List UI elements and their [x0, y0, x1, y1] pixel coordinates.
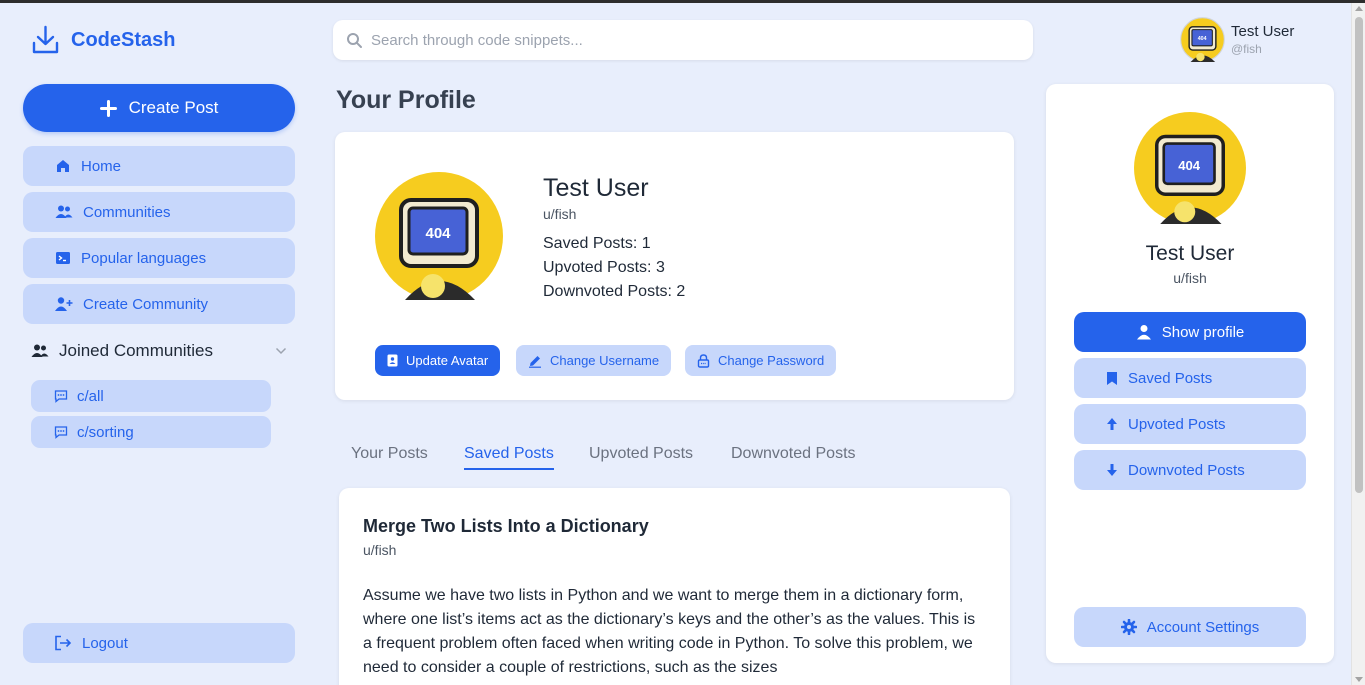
- create-post-label: Create Post: [128, 98, 219, 117]
- nav-popular-languages-label: Popular languages: [81, 249, 207, 267]
- logout-icon: [54, 635, 72, 651]
- scrollbar-thumb[interactable]: [1355, 17, 1363, 493]
- downvoted-posts-label: Downvoted Posts: [1128, 461, 1245, 479]
- profile-summary-panel: 404 Test User u/fish Show profile Saved …: [1046, 84, 1334, 663]
- profile-card: 404 Test User u/fish Saved Posts: 1 Upvo…: [335, 132, 1014, 400]
- chat-icon: [54, 425, 68, 439]
- account-settings-label: Account Settings: [1146, 618, 1260, 636]
- panel-avatar: 404: [1134, 112, 1246, 224]
- saved-posts-count: Saved Posts: 1: [543, 235, 651, 252]
- bookmark-icon: [1106, 371, 1118, 386]
- arrow-up-icon: [1106, 417, 1118, 431]
- lock-icon: [697, 353, 710, 368]
- post-title[interactable]: Merge Two Lists Into a Dictionary: [363, 516, 649, 537]
- logout-label: Logout: [82, 634, 128, 652]
- change-password-button[interactable]: Change Password: [685, 345, 837, 376]
- top-user-name: Test User: [1231, 23, 1295, 40]
- upvoted-posts-button[interactable]: Upvoted Posts: [1074, 404, 1306, 444]
- downvoted-posts-button[interactable]: Downvoted Posts: [1074, 450, 1306, 490]
- chat-icon: [54, 389, 68, 403]
- window-top-border: [0, 0, 1365, 3]
- download-tray-icon: [31, 25, 60, 55]
- profile-avatar: 404: [375, 172, 503, 300]
- show-profile-button[interactable]: Show profile: [1074, 312, 1306, 352]
- scroll-up-arrow-icon[interactable]: [1355, 6, 1363, 11]
- show-profile-label: Show profile: [1161, 323, 1245, 341]
- tab-upvoted-posts[interactable]: Upvoted Posts: [589, 445, 693, 463]
- app-name: CodeStash: [71, 28, 176, 51]
- users-icon: [31, 343, 49, 359]
- user-plus-icon: [55, 296, 73, 312]
- search-input[interactable]: [371, 31, 1011, 49]
- change-username-button[interactable]: Change Username: [516, 345, 672, 376]
- logout-button[interactable]: Logout: [23, 623, 295, 663]
- profile-handle: u/fish: [543, 206, 577, 222]
- joined-communities-label: Joined Communities: [59, 341, 214, 360]
- app-logo[interactable]: CodeStash: [31, 25, 175, 55]
- home-icon: [55, 158, 71, 174]
- nav-popular-languages[interactable]: Popular languages: [23, 238, 295, 278]
- id-badge-icon: [387, 354, 398, 367]
- page-scrollbar[interactable]: [1351, 3, 1365, 685]
- create-post-button[interactable]: Create Post: [23, 84, 295, 132]
- user-icon: [1136, 324, 1152, 340]
- saved-posts-button[interactable]: Saved Posts: [1074, 358, 1306, 398]
- upvoted-posts-label: Upvoted Posts: [1128, 415, 1226, 433]
- panel-handle: u/fish: [1173, 270, 1207, 286]
- pencil-icon: [528, 354, 542, 368]
- community-item-all[interactable]: c/all: [31, 380, 271, 412]
- community-item-label: c/all: [77, 387, 104, 405]
- change-username-label: Change Username: [550, 353, 660, 368]
- profile-name: Test User: [543, 174, 649, 202]
- search-icon: [346, 32, 363, 49]
- plus-icon: [99, 99, 117, 117]
- gear-icon: [1120, 619, 1137, 635]
- nav-communities-label: Communities: [83, 203, 171, 221]
- arrow-down-icon: [1106, 463, 1118, 477]
- update-avatar-label: Update Avatar: [406, 353, 489, 368]
- user-menu[interactable]: 404 Test User @fish: [1180, 17, 1294, 62]
- tab-saved-posts[interactable]: Saved Posts: [464, 445, 554, 470]
- change-password-label: Change Password: [718, 353, 825, 368]
- nav-create-community-label: Create Community: [83, 295, 209, 313]
- community-item-sorting[interactable]: c/sorting: [31, 416, 271, 448]
- panel-name: Test User: [1145, 242, 1235, 265]
- account-settings-button[interactable]: Account Settings: [1074, 607, 1306, 647]
- nav-communities[interactable]: Communities: [23, 192, 295, 232]
- svg-text:404: 404: [425, 225, 451, 242]
- chevron-down-icon: [275, 347, 287, 355]
- users-icon: [55, 204, 73, 220]
- joined-communities-toggle[interactable]: Joined Communities: [31, 340, 287, 362]
- svg-text:404: 404: [1198, 36, 1207, 42]
- upvoted-posts-count: Upvoted Posts: 3: [543, 259, 665, 276]
- top-user-handle: @fish: [1231, 42, 1262, 56]
- svg-text:404: 404: [1178, 158, 1201, 173]
- post-body: Assume we have two lists in Python and w…: [363, 587, 976, 676]
- post-author[interactable]: u/fish: [363, 542, 396, 558]
- page-title: Your Profile: [336, 86, 476, 114]
- nav-create-community[interactable]: Create Community: [23, 284, 295, 324]
- downvoted-posts-count: Downvoted Posts: 2: [543, 283, 686, 300]
- terminal-icon: [55, 250, 71, 266]
- saved-posts-label: Saved Posts: [1128, 369, 1213, 387]
- scroll-down-arrow-icon[interactable]: [1355, 677, 1363, 682]
- community-item-label: c/sorting: [77, 423, 134, 441]
- tab-your-posts[interactable]: Your Posts: [351, 445, 428, 463]
- nav-home[interactable]: Home: [23, 146, 295, 186]
- update-avatar-button[interactable]: Update Avatar: [375, 345, 501, 376]
- search-bar[interactable]: [333, 20, 1033, 60]
- post-card[interactable]: Merge Two Lists Into a Dictionary u/fish…: [339, 488, 1010, 685]
- tab-downvoted-posts[interactable]: Downvoted Posts: [731, 445, 856, 463]
- nav-home-label: Home: [81, 157, 122, 175]
- avatar: 404: [1180, 17, 1225, 62]
